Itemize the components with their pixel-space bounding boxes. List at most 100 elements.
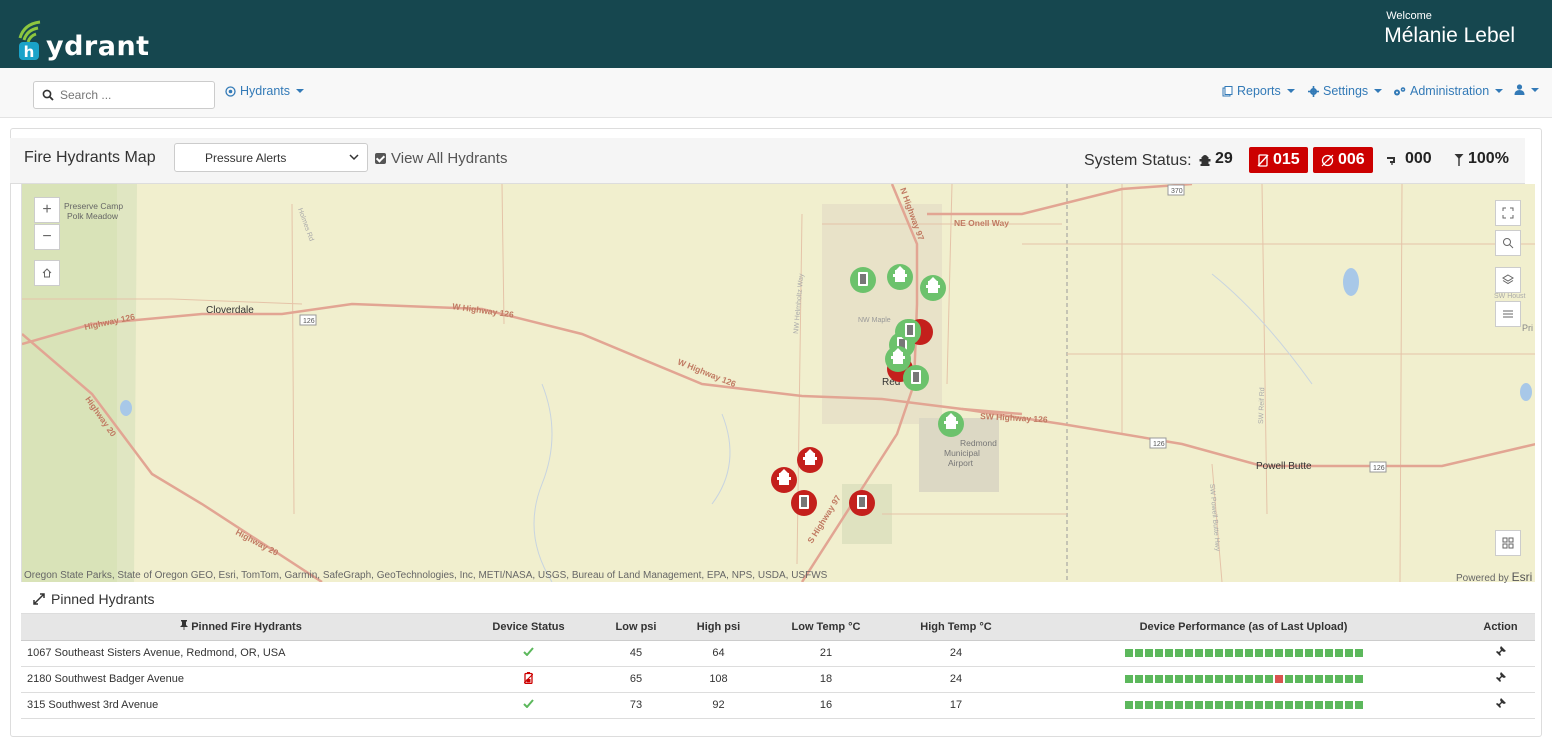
search-input[interactable]: Search ... (33, 81, 215, 109)
alert-filter-select[interactable]: Pressure Alerts (174, 143, 368, 172)
marker-red-device[interactable] (791, 490, 817, 516)
map-label-preserve: Preserve Camp (64, 201, 123, 211)
device-status (461, 666, 596, 693)
device-status (461, 692, 596, 719)
performance-cell-ok (1304, 649, 1313, 658)
powered-by[interactable]: Powered by Esri (1456, 570, 1532, 584)
high-psi: 64 (676, 640, 761, 667)
pin-icon[interactable] (1495, 698, 1506, 709)
performance-cell-ok (1204, 675, 1213, 684)
marker-red-hydrant[interactable] (797, 447, 823, 473)
status-hydrants: 29 (1199, 150, 1233, 168)
map-label-sw-houst: SW Houst (1494, 293, 1526, 300)
performance-cell-ok (1204, 701, 1213, 710)
app-logo[interactable]: h ydrant (16, 16, 150, 60)
status-signal: 100% (1454, 150, 1509, 168)
marker-green-device[interactable] (899, 319, 921, 341)
table-row[interactable]: 315 Southwest 3rd Avenue 73 92 16 17 (21, 692, 1535, 719)
col-low-temp[interactable]: Low Temp °C (761, 614, 891, 641)
performance-cell-ok (1154, 701, 1163, 710)
map-search-button[interactable] (1495, 230, 1521, 256)
no-signal-icon (1257, 153, 1269, 167)
performance-cell-ok (1124, 675, 1133, 684)
status-signal-value: 100% (1468, 150, 1509, 167)
hydrant-map[interactable]: Preserve Camp Polk Meadow Cloverdale Hig… (21, 184, 1535, 582)
marker-red-device[interactable] (849, 490, 875, 516)
marker-green-hydrant[interactable] (887, 264, 913, 290)
row-action (1466, 640, 1535, 667)
hydrants-menu-label: Hydrants (240, 84, 291, 98)
legend-button[interactable] (1495, 301, 1521, 327)
fullscreen-button[interactable] (1495, 200, 1521, 226)
marker-green-hydrant[interactable] (885, 346, 911, 372)
col-device-performance[interactable]: Device Performance (as of Last Upload) (1021, 614, 1466, 641)
map-label-powell-hwy: SW Powell Butte Hwy (1208, 484, 1221, 553)
user-welcome: Welcome Mélanie Lebel (1384, 10, 1515, 48)
performance-cell-ok (1324, 675, 1333, 684)
performance-cell-ok (1284, 701, 1293, 710)
map-label-cloverdale: Cloverdale (206, 305, 254, 316)
table-row[interactable]: 1067 Southeast Sisters Avenue, Redmond, … (21, 640, 1535, 667)
map-label-airport-3: Airport (948, 458, 974, 468)
settings-menu[interactable]: Settings (1308, 84, 1383, 98)
status-alert-badge-a[interactable]: 015 (1249, 147, 1308, 173)
search-icon (1503, 238, 1514, 249)
marker-green-hydrant[interactable] (938, 411, 964, 437)
map-canvas[interactable]: Preserve Camp Polk Meadow Cloverdale Hig… (22, 184, 1535, 582)
home-button[interactable] (34, 260, 60, 286)
col-high-temp[interactable]: High Temp °C (891, 614, 1021, 641)
device-performance (1021, 692, 1466, 719)
map-label-airport-1: Redmond (960, 438, 997, 448)
reports-menu[interactable]: Reports (1222, 84, 1295, 98)
status-alert-badge-b[interactable]: 006 (1313, 147, 1373, 173)
performance-cell-ok (1344, 701, 1353, 710)
col-low-psi[interactable]: Low psi (596, 614, 676, 641)
nav-bar: Search ... Hydrants Reports Settings Adm… (0, 68, 1552, 118)
performance-cell-ok (1284, 649, 1293, 658)
marker-green-device[interactable] (903, 365, 929, 391)
col-pinned[interactable]: Pinned Fire Hydrants (21, 614, 461, 641)
status-leaks: 000 (1387, 150, 1432, 168)
col-high-psi[interactable]: High psi (676, 614, 761, 641)
performance-cell-ok (1274, 649, 1283, 658)
marker-green-device[interactable] (850, 267, 876, 293)
antenna-icon (1454, 153, 1464, 166)
check-icon (523, 647, 534, 657)
performance-cell-ok (1224, 649, 1233, 658)
performance-cell-ok (1244, 649, 1253, 658)
zoom-out-button[interactable]: − (34, 224, 60, 250)
chevron-down-icon (296, 89, 305, 93)
gear-icon (1308, 85, 1319, 97)
basemap-gallery-button[interactable] (1495, 530, 1521, 556)
marker-red-hydrant[interactable] (771, 467, 797, 493)
user-menu[interactable] (1514, 84, 1539, 95)
map-label-helmholtz: NW Helmholtz Way (793, 273, 805, 334)
expand-icon[interactable] (33, 592, 45, 605)
table-row[interactable]: 2180 Southwest Badger Avenue 65 108 18 24 (21, 666, 1535, 693)
performance-cell-ok (1284, 675, 1293, 684)
performance-cell-ok (1154, 649, 1163, 658)
home-icon (42, 268, 52, 278)
map-label-ne-onell: NE Onell Way (954, 218, 1009, 228)
pin-icon[interactable] (1495, 646, 1506, 657)
hydrants-menu[interactable]: Hydrants (225, 84, 305, 98)
checkbox-checked-icon[interactable] (375, 153, 386, 164)
performance-cell-fail (1274, 675, 1283, 684)
view-all-hydrants-checkbox[interactable]: View All Hydrants (375, 150, 507, 167)
leak-icon (1387, 156, 1395, 165)
welcome-label: Welcome (1386, 10, 1432, 22)
device-performance (1021, 640, 1466, 667)
marker-green-hydrant[interactable] (920, 275, 946, 301)
performance-cell-ok (1314, 701, 1323, 710)
performance-cell-ok (1134, 649, 1143, 658)
map-label-powell: Powell Butte (1256, 461, 1312, 472)
pin-icon[interactable] (1495, 672, 1506, 683)
col-device-status[interactable]: Device Status (461, 614, 596, 641)
administration-menu[interactable]: Administration (1393, 84, 1504, 98)
performance-cell-ok (1224, 701, 1233, 710)
layers-button[interactable] (1495, 267, 1521, 293)
map-title: Fire Hydrants Map (24, 149, 156, 166)
performance-cell-ok (1254, 649, 1263, 658)
reports-icon (1222, 85, 1233, 96)
zoom-in-button[interactable]: + (34, 197, 60, 223)
